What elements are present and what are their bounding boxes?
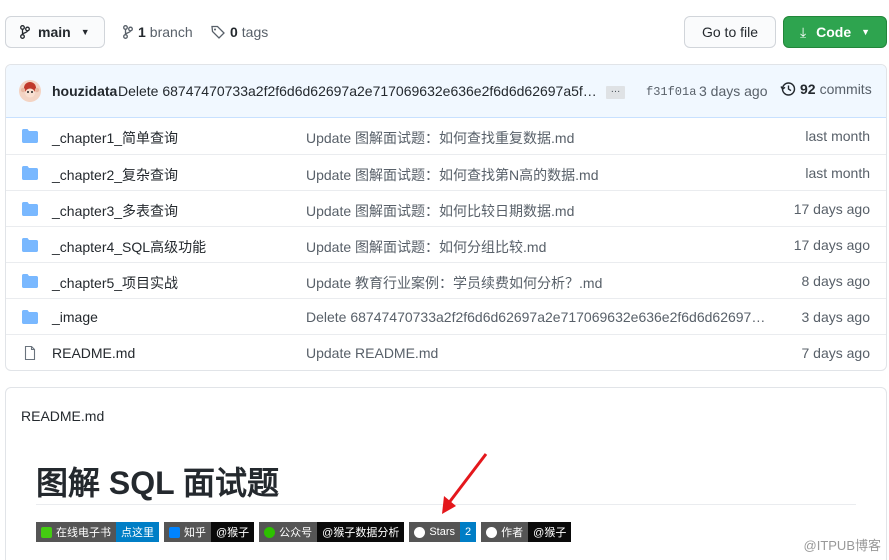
github-icon: [414, 526, 426, 538]
file-commit-message[interactable]: Delete 68747470733a2f2f6d6d62697a2e71706…: [306, 309, 766, 325]
watermark: @ITPUB博客: [803, 538, 881, 553]
file-commit-time: last month: [805, 128, 870, 144]
file-commit-time: 7 days ago: [801, 345, 871, 361]
github-icon: [486, 526, 498, 538]
table-row[interactable]: _chapter3_多表查询 Update 图解面试题：如何比较日期数据.md 17…: [6, 190, 886, 226]
file-commit-message[interactable]: Update 图解面试题：如何分组比较.md: [306, 237, 766, 257]
badge-stars[interactable]: Stars 2: [409, 522, 477, 542]
branches-link[interactable]: 1 branch: [123, 16, 193, 48]
badge-value: 2: [460, 522, 477, 542]
zhihu-icon: [169, 526, 180, 538]
readme-title: 图解 SQL 面试题: [36, 465, 279, 501]
download-icon: ⤓: [799, 23, 807, 40]
badge-row: 在线电子书 点这里 知乎 @猴子 公众号 @猴子数据分析 Stars 2 作者 …: [36, 522, 576, 542]
file-name[interactable]: _image: [52, 309, 98, 325]
branch-count: 1: [138, 24, 146, 40]
badge-value: @猴子数据分析: [317, 522, 405, 542]
table-row[interactable]: _chapter1_简单查询 Update 图解面试题：如何查找重复数据.md la…: [6, 118, 886, 154]
readme-header[interactable]: README.md: [21, 408, 104, 424]
tag-count: 0: [230, 24, 238, 40]
commit-count: 92: [800, 81, 816, 97]
chevron-down-icon: ▼: [80, 27, 90, 37]
file-commit-message[interactable]: Update 图解面试题：如何查找第N高的数据.md: [306, 165, 766, 185]
branch-name: main: [38, 24, 71, 40]
code-button[interactable]: ⤓ Code ▼: [783, 16, 887, 48]
history-icon: [780, 82, 796, 96]
commit-message[interactable]: Delete 68747470733a2f2f6d6d62697a2e71706…: [118, 83, 598, 99]
chevron-down-icon: ▼: [861, 27, 871, 37]
badge-zhihu[interactable]: 知乎 @猴子: [164, 522, 255, 542]
commit-time: 3 days ago: [699, 83, 768, 99]
file-rows: _chapter1_简单查询 Update 图解面试题：如何查找重复数据.md la…: [6, 118, 886, 370]
tag-word: tags: [241, 24, 269, 40]
file-commit-time: last month: [805, 165, 870, 181]
tags-link[interactable]: 0 tags: [211, 16, 268, 48]
folder-icon: [22, 310, 38, 324]
file-list: houzidata Delete 68747470733a2f2f6d6d626…: [5, 64, 887, 371]
file-commit-time: 17 days ago: [793, 201, 870, 217]
avatar[interactable]: [19, 80, 41, 102]
branch-word: branch: [149, 24, 193, 40]
commit-author[interactable]: houzidata: [52, 83, 117, 99]
file-commit-message[interactable]: Update 图解面试题：如何查找重复数据.md: [306, 128, 766, 148]
commit-sha[interactable]: f31f01a: [646, 85, 696, 99]
table-row[interactable]: _image Delete 68747470733a2f2f6d6d62697a2…: [6, 298, 886, 334]
table-row[interactable]: _chapter2_复杂查询 Update 图解面试题：如何查找第N高的数据.md…: [6, 154, 886, 190]
file-commit-time: 8 days ago: [801, 273, 871, 289]
folder-icon: [22, 166, 38, 180]
commit-count-word: commits: [819, 81, 872, 97]
file-commit-message[interactable]: Update 教育行业案例：学员续费如何分析？.md: [306, 273, 766, 293]
file-name[interactable]: _chapter3_多表查询: [52, 201, 178, 221]
table-row[interactable]: _chapter5_项目实战 Update 教育行业案例：学员续费如何分析？.md…: [6, 262, 886, 298]
badge-value: @猴子: [528, 522, 572, 542]
table-row[interactable]: README.md Update README.md 7 days ago: [6, 334, 886, 370]
code-button-label: Code: [816, 24, 852, 40]
folder-icon: [22, 202, 38, 216]
latest-commit-bar: houzidata Delete 68747470733a2f2f6d6d626…: [6, 65, 886, 118]
badge-value: @猴子: [211, 522, 255, 542]
badge-author[interactable]: 作者 @猴子: [481, 522, 572, 542]
file-icon: [24, 346, 36, 360]
file-name[interactable]: _chapter5_项目实战: [52, 273, 178, 293]
git-branch-icon: [123, 25, 133, 39]
file-commit-time: 3 days ago: [801, 309, 871, 325]
badge-label: 在线电子书: [56, 527, 111, 539]
badge-label: 作者: [501, 527, 524, 539]
file-commit-time: 17 days ago: [793, 237, 870, 253]
annotation-arrow-icon: [442, 453, 488, 514]
file-name[interactable]: _chapter2_复杂查询: [52, 165, 178, 185]
file-name[interactable]: README.md: [52, 345, 135, 361]
folder-icon: [22, 238, 38, 252]
monkey-avatar-icon: [19, 80, 41, 102]
book-icon: [41, 526, 52, 538]
table-row[interactable]: _chapter4_SQL高级功能 Update 图解面试题：如何分组比较.md 1…: [6, 226, 886, 262]
folder-icon: [22, 274, 38, 288]
folder-icon: [22, 129, 38, 143]
branch-select-button[interactable]: main ▼: [5, 16, 105, 48]
badge-wechat[interactable]: 公众号 @猴子数据分析: [259, 522, 405, 542]
badge-value: 点这里: [116, 522, 159, 542]
badge-label: 公众号: [279, 527, 313, 539]
repo-toolbar: main ▼ 1 branch 0 tags Go to file ⤓ Code…: [5, 16, 887, 48]
file-name[interactable]: _chapter1_简单查询: [52, 128, 178, 148]
file-commit-message[interactable]: Update README.md: [306, 345, 766, 361]
tag-icon: [211, 25, 225, 39]
go-to-file-button[interactable]: Go to file: [684, 16, 776, 48]
badge-label: 知乎: [184, 527, 206, 539]
file-name[interactable]: _chapter4_SQL高级功能: [52, 237, 206, 257]
badge-label: Stars: [429, 526, 456, 538]
commits-link[interactable]: 92 commits: [780, 81, 872, 97]
badge-ebook[interactable]: 在线电子书 点这里: [36, 522, 159, 542]
wechat-icon: [264, 526, 276, 538]
git-branch-icon: [20, 25, 30, 39]
file-commit-message[interactable]: Update 图解面试题：如何比较日期数据.md: [306, 201, 766, 221]
commit-expand-button[interactable]: …: [606, 85, 625, 99]
